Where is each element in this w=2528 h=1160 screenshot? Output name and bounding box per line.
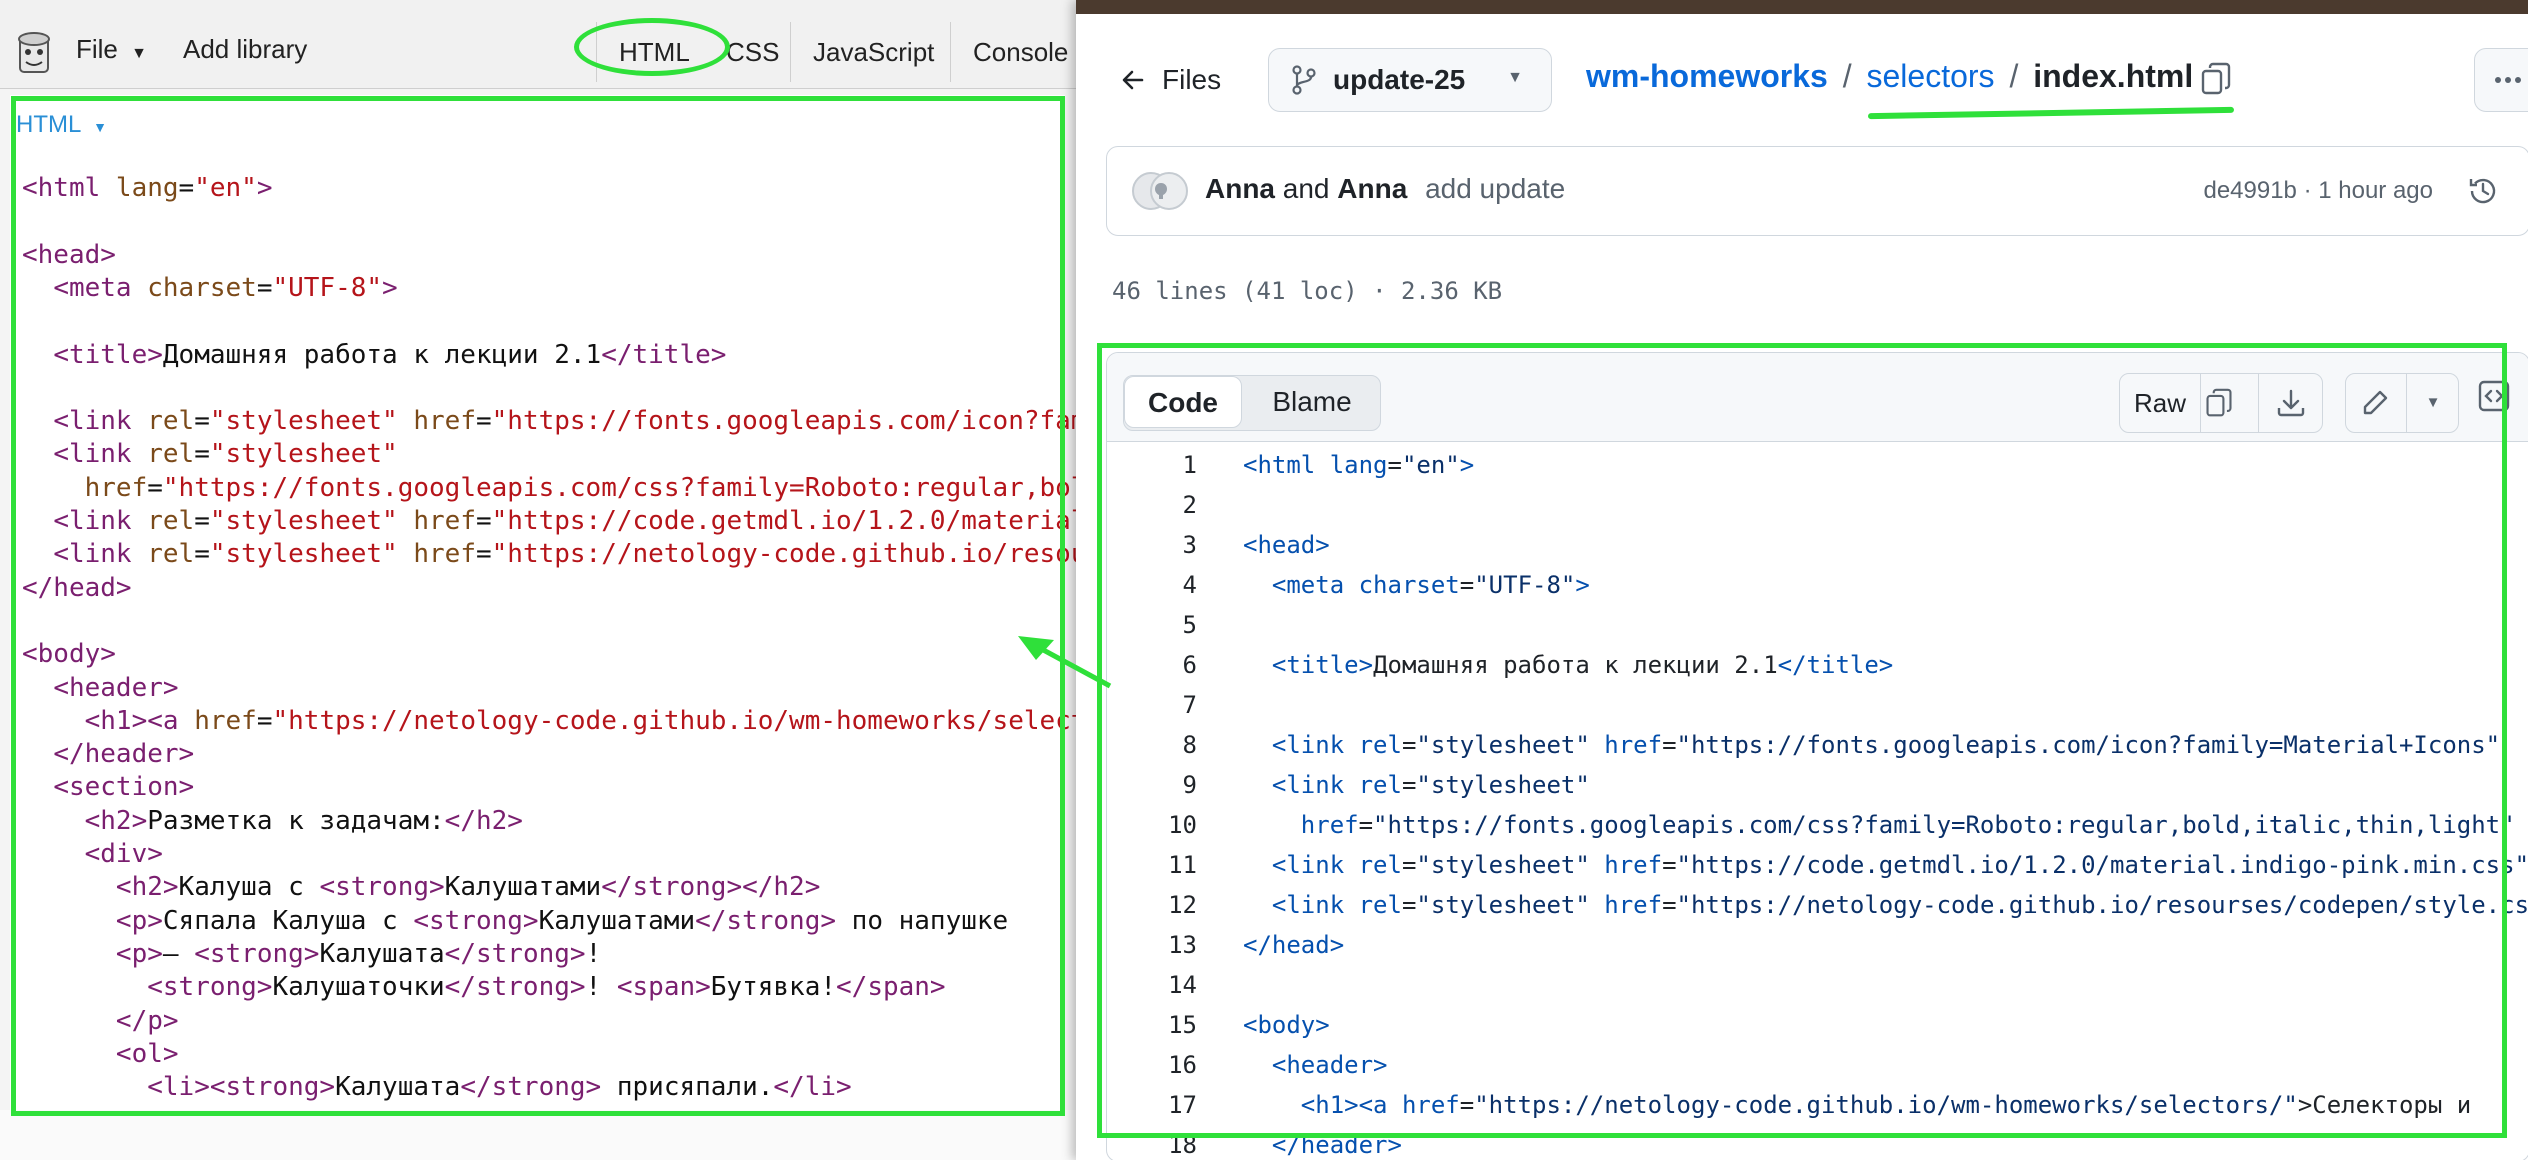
authors-conjunction: and xyxy=(1282,173,1330,204)
file-menu[interactable]: File ▼ xyxy=(76,34,147,65)
commit-meta[interactable]: de4991b · 1 hour ago xyxy=(2203,177,2433,205)
author-link[interactable]: Anna xyxy=(1205,173,1275,204)
branch-name: update-25 xyxy=(1333,64,1466,95)
add-library-button[interactable]: Add library xyxy=(183,34,307,65)
history-icon[interactable] xyxy=(2467,175,2499,207)
breadcrumb-separator: / xyxy=(2009,58,2019,94)
tab-javascript[interactable]: JavaScript xyxy=(790,22,956,82)
files-back-button[interactable]: Files xyxy=(1120,60,1221,100)
jsbin-logo-icon[interactable] xyxy=(14,30,54,74)
annotation-circle-html-tab xyxy=(574,18,730,76)
author-link[interactable]: Anna xyxy=(1337,173,1407,204)
file-menu-label: File xyxy=(76,34,118,64)
annotation-arrow-icon xyxy=(1014,630,1114,690)
author-avatars[interactable] xyxy=(1131,171,1191,211)
breadcrumb-separator: / xyxy=(1842,58,1852,94)
latest-commit-box: Anna and Anna add update de4991b · 1 hou… xyxy=(1106,146,2528,236)
copy-path-icon[interactable] xyxy=(2200,62,2232,96)
editor-footer xyxy=(0,1110,1076,1160)
commit-message[interactable]: add update xyxy=(1425,173,1565,204)
breadcrumb-repo-link[interactable]: wm-homeworks xyxy=(1586,58,1828,94)
commit-summary: Anna and Anna add update xyxy=(1205,173,1565,205)
branch-selector[interactable]: update-25 ▼ xyxy=(1268,48,1552,112)
git-branch-icon xyxy=(1291,65,1317,95)
annotation-box-left xyxy=(11,96,1065,1116)
tab-console[interactable]: Console xyxy=(950,22,1076,82)
kebab-horizontal-icon xyxy=(2494,76,2522,84)
caret-down-icon: ▼ xyxy=(1507,69,1523,86)
breadcrumb: wm-homeworks / selectors / index.html xyxy=(1586,58,2193,95)
file-info: 46 lines (41 loc) · 2.36 KB xyxy=(1112,277,1503,305)
window-top-strip xyxy=(1076,0,2528,14)
chevron-down-icon: ▼ xyxy=(131,45,147,62)
files-label: Files xyxy=(1162,64,1222,95)
arrow-left-icon xyxy=(1120,67,1146,93)
more-options-button[interactable] xyxy=(2474,48,2528,112)
annotation-underline xyxy=(1867,106,2235,120)
breadcrumb-file-name: index.html xyxy=(2033,58,2194,94)
editor-toolbar: File ▼ Add library HTML CSS JavaScript C… xyxy=(0,18,1076,89)
annotation-box-right xyxy=(1097,343,2507,1138)
window-top-strip xyxy=(0,0,1076,18)
breadcrumb-dir-link[interactable]: selectors xyxy=(1867,58,1995,94)
